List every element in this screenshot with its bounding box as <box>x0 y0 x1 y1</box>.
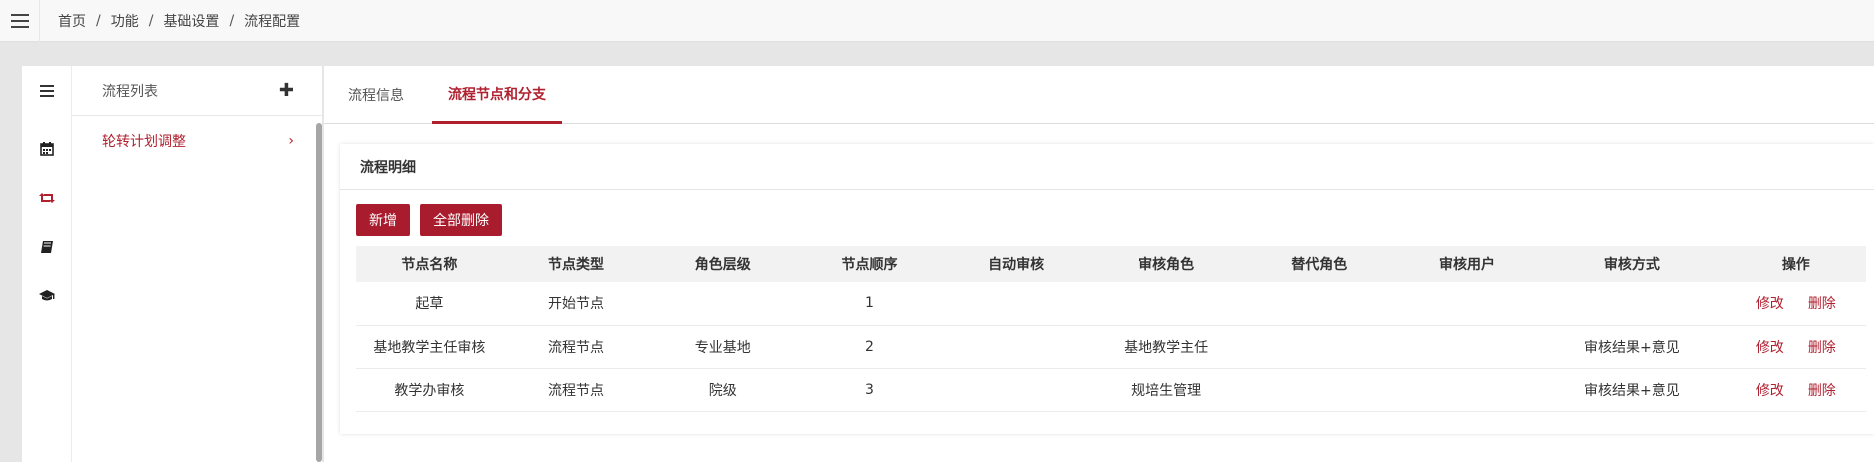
cell-node-name: 基地教学主任审核 <box>356 325 503 369</box>
cell-review-role <box>1089 282 1243 326</box>
add-button[interactable]: 新增 <box>356 204 410 236</box>
tab-flow-info[interactable]: 流程信息 <box>336 66 416 124</box>
tab-flow-nodes[interactable]: 流程节点和分支 <box>432 66 562 124</box>
edit-link[interactable]: 修改 <box>1756 296 1784 312</box>
delete-link[interactable]: 删除 <box>1808 340 1836 356</box>
card-title: 流程明细 <box>340 144 1874 190</box>
cell-role-level: 专业基地 <box>649 325 797 369</box>
breadcrumb-separator: / <box>148 12 154 29</box>
list-item[interactable]: 轮转计划调整 › <box>72 116 322 166</box>
column-header: 节点类型 <box>502 246 650 282</box>
cell-review-method: 审核结果+意见 <box>1538 325 1726 369</box>
delete-link[interactable]: 删除 <box>1808 296 1836 312</box>
column-header: 替代角色 <box>1242 246 1396 282</box>
column-header: 审核用户 <box>1395 246 1539 282</box>
flow-list-header: 流程列表 ✚ <box>72 66 322 116</box>
breadcrumb-separator: / <box>96 12 101 29</box>
breadcrumb: 首页 / 功能 / 基础设置 / 流程配置 <box>58 11 300 31</box>
list-icon[interactable] <box>22 78 72 104</box>
column-header: 节点顺序 <box>796 246 943 282</box>
cell-review-role: 规培生管理 <box>1089 368 1243 412</box>
main-content: 流程信息 流程节点和分支 流程明细 新增 全部删除 节点名称 节点类型 角色层级… <box>324 66 1874 462</box>
table-row: 教学办审核 流程节点 院级 3 规培生管理 审核结果+意见 修改 删除 <box>356 368 1866 412</box>
cell-node-type: 流程节点 <box>502 325 650 369</box>
column-header: 节点名称 <box>356 246 503 282</box>
column-header: 操作 <box>1725 246 1866 282</box>
column-header: 角色层级 <box>649 246 797 282</box>
cell-node-order: 2 <box>796 325 943 369</box>
node-table: 节点名称 节点类型 角色层级 节点顺序 自动审核 审核角色 替代角色 审核用户 … <box>356 246 1866 412</box>
cell-node-name: 教学办审核 <box>356 368 503 412</box>
chevron-right-icon: › <box>288 133 294 149</box>
cell-actions: 修改 删除 <box>1725 325 1866 369</box>
cell-node-order: 1 <box>796 282 943 326</box>
column-header: 审核方式 <box>1538 246 1726 282</box>
button-row: 新增 全部删除 <box>356 204 512 236</box>
cell-review-user <box>1395 282 1539 326</box>
breadcrumb-current: 流程配置 <box>244 13 301 30</box>
column-header: 自动审核 <box>942 246 1090 282</box>
icon-sidebar <box>22 66 72 462</box>
calendar-icon[interactable] <box>22 136 72 162</box>
column-header: 审核角色 <box>1089 246 1243 282</box>
cell-role-level: 院级 <box>649 368 797 412</box>
cell-auto-review <box>942 368 1090 412</box>
cell-review-user <box>1395 325 1539 369</box>
tab-bar: 流程信息 流程节点和分支 <box>324 66 1874 124</box>
cell-review-user <box>1395 368 1539 412</box>
cell-node-name: 起草 <box>356 282 503 326</box>
hamburger-icon <box>10 13 29 28</box>
cell-actions: 修改 删除 <box>1725 368 1866 412</box>
flow-list: 流程列表 ✚ 轮转计划调整 › <box>72 66 322 462</box>
list-item-label: 轮转计划调整 <box>102 134 186 150</box>
breadcrumb-function[interactable]: 功能 <box>111 11 139 31</box>
table-row: 起草 开始节点 1 修改 删除 <box>356 282 1866 326</box>
cell-review-role: 基地教学主任 <box>1089 325 1243 369</box>
table-header-row: 节点名称 节点类型 角色层级 节点顺序 自动审核 审核角色 替代角色 审核用户 … <box>356 246 1866 282</box>
cell-node-type: 开始节点 <box>502 282 650 326</box>
book-icon[interactable] <box>22 234 72 260</box>
scrollbar[interactable] <box>316 123 322 462</box>
flow-list-title: 流程列表 <box>102 83 158 100</box>
cell-node-type: 流程节点 <box>502 368 650 412</box>
delete-link[interactable]: 删除 <box>1808 383 1836 399</box>
cell-node-order: 3 <box>796 368 943 412</box>
cell-alt-role <box>1242 325 1396 369</box>
add-flow-icon[interactable]: ✚ <box>279 80 294 101</box>
retweet-icon[interactable] <box>22 185 72 211</box>
graduation-cap-icon[interactable] <box>22 283 72 309</box>
table-row: 基地教学主任审核 流程节点 专业基地 2 基地教学主任 审核结果+意见 修改 删除 <box>356 325 1866 369</box>
cell-alt-role <box>1242 282 1396 326</box>
cell-auto-review <box>942 282 1090 326</box>
left-panel: 流程列表 ✚ 轮转计划调整 › <box>22 66 322 462</box>
edit-link[interactable]: 修改 <box>1756 340 1784 356</box>
edit-link[interactable]: 修改 <box>1756 383 1784 399</box>
flow-detail-card: 流程明细 新增 全部删除 节点名称 节点类型 角色层级 节点顺序 自动审核 审核… <box>340 144 1874 434</box>
delete-all-button[interactable]: 全部删除 <box>420 204 502 236</box>
cell-role-level <box>649 282 797 326</box>
breadcrumb-home[interactable]: 首页 <box>58 11 86 31</box>
cell-alt-role <box>1242 368 1396 412</box>
cell-review-method: 审核结果+意见 <box>1538 368 1726 412</box>
breadcrumb-separator: / <box>229 12 235 29</box>
cell-auto-review <box>942 325 1090 369</box>
cell-review-method <box>1538 282 1726 326</box>
breadcrumb-basic-settings[interactable]: 基础设置 <box>163 11 219 31</box>
top-bar: 首页 / 功能 / 基础设置 / 流程配置 <box>0 0 1874 42</box>
cell-actions: 修改 删除 <box>1725 282 1866 326</box>
menu-toggle-button[interactable] <box>0 0 40 42</box>
